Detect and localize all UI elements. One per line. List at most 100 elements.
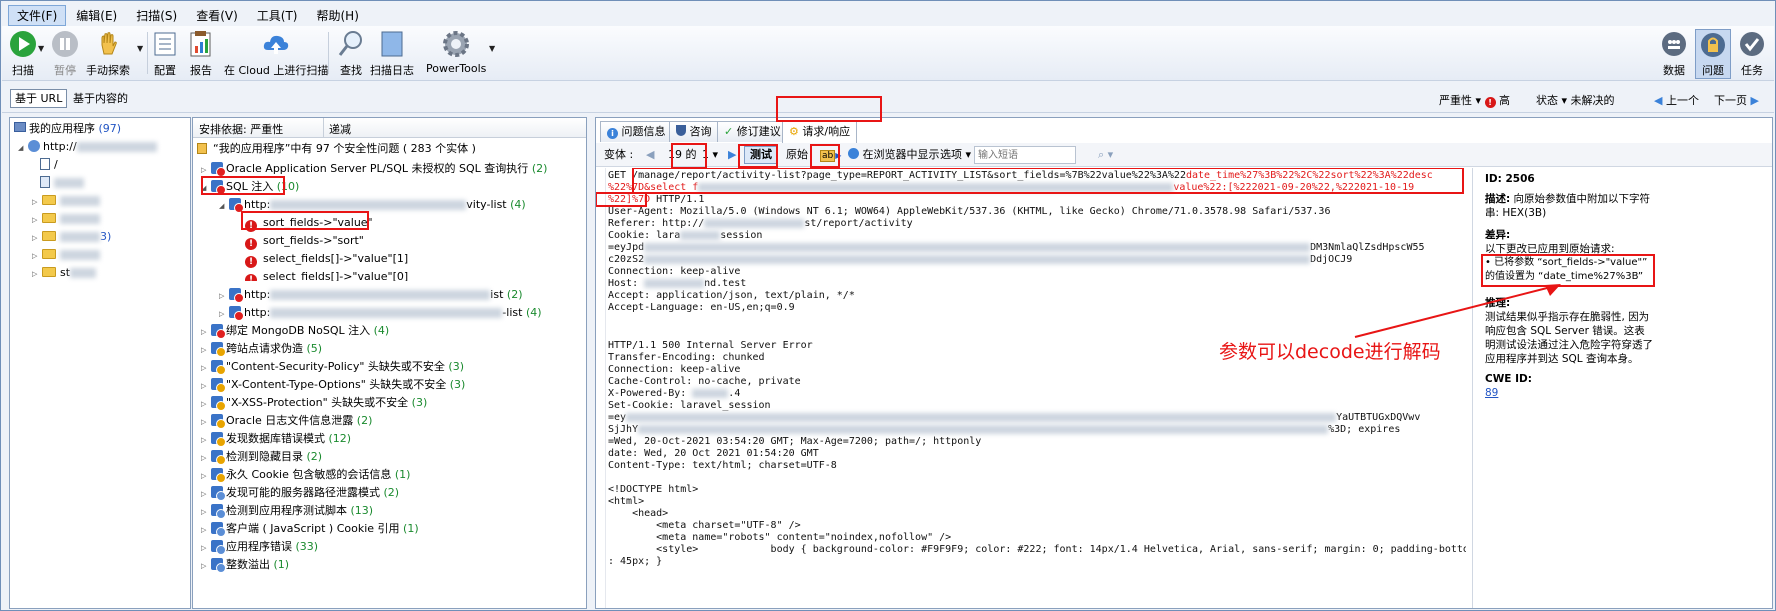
tasks-view-button[interactable]: 任务 — [1737, 29, 1767, 79]
powertools-dropdown-icon[interactable]: ▼ — [489, 44, 495, 53]
issue-url-entry[interactable]: ▷ http: -list (4) — [219, 304, 542, 321]
tab-issue-info[interactable]: i 问题信息 — [600, 121, 673, 142]
issue-group[interactable]: ▷ 发现数据库错误模式 (12) — [201, 430, 351, 447]
search-icon[interactable]: ⌕ ▾ — [1092, 146, 1119, 164]
tree-item-folder[interactable]: ▷ — [32, 192, 100, 209]
find-button[interactable]: 查找 — [336, 29, 366, 79]
url-based-button[interactable]: 基于 URL — [10, 89, 68, 108]
tree-host[interactable]: ◢ http:// — [18, 138, 157, 155]
menu-scan[interactable]: 扫描(S) — [127, 5, 186, 26]
tree-item-root-path[interactable]: / — [40, 156, 58, 173]
sort-by-label[interactable]: 安排依据: 严重性 — [199, 121, 283, 137]
prev-variant-icon[interactable]: ◀ — [640, 146, 660, 164]
code-line: User-Agent: Mozilla/5.0 (Windows NT 6.1;… — [608, 206, 1331, 217]
issue-group[interactable]: ▷ 绑定 MongoDB NoSQL 注入 (4) — [201, 322, 389, 339]
content-based-button[interactable]: 基于内容的 — [68, 89, 133, 108]
sort-order-label[interactable]: 递减 — [329, 121, 351, 137]
previous-button[interactable]: ◀ 上一个 — [1654, 92, 1699, 108]
code-line: <!DOCTYPE html> — [608, 484, 699, 495]
difference-intro: 以下更改已应用到原始请求: — [1485, 243, 1615, 255]
tree-item-folder[interactable]: ▷ 3) — [32, 228, 111, 245]
parameter-item[interactable]: ! sort_fields->"sort" — [245, 232, 364, 250]
config-button[interactable]: 配置 — [150, 29, 180, 79]
manual-dropdown-icon[interactable]: ▼ — [137, 44, 143, 53]
config-icon — [150, 29, 180, 59]
search-input[interactable] — [974, 146, 1076, 164]
page-icon — [40, 158, 50, 170]
pause-button[interactable]: 暂停 — [50, 29, 80, 79]
redacted-region — [60, 250, 100, 260]
error-icon: ! — [245, 274, 257, 281]
original-button[interactable]: 原始 — [780, 146, 814, 164]
issue-url-entry[interactable]: ◢ http: vity-list (4) — [219, 196, 526, 213]
issue-list-header: 安排依据: 严重性 递减 — [193, 118, 586, 138]
next-button[interactable]: 下一页 ▶ — [1714, 92, 1759, 108]
issue-group[interactable]: ▷ "Content-Security-Policy" 头缺失或不安全 (3) — [201, 358, 464, 375]
code-line: Referer: http://st/report/activity — [608, 218, 913, 229]
cwe-link[interactable]: 89 — [1485, 386, 1655, 400]
menu-file[interactable]: 文件(F) — [8, 4, 67, 26]
issue-url-entry[interactable]: ▷ http: ist (2) — [219, 286, 523, 303]
issue-group[interactable]: ▷ Oracle 日志文件信息泄露 (2) — [201, 412, 372, 429]
test-button[interactable]: 测试 — [744, 146, 778, 164]
scan-button[interactable]: 扫描 — [8, 29, 38, 79]
issue-list-pane: 安排依据: 严重性 递减 “我的应用程序”中有 97 个安全性问题 ( 283 … — [192, 117, 587, 609]
report-button[interactable]: 报告 — [186, 29, 216, 79]
parameter-item[interactable]: ! select_fields[]->"value"[1] — [245, 250, 408, 268]
issue-severity-icon — [211, 504, 226, 519]
issue-group-oracle-sql[interactable]: ▷ Oracle Application Server PL/SQL 未授权的 S… — [201, 160, 547, 177]
tree-item-page[interactable] — [40, 174, 84, 191]
powertools-button[interactable]: PowerTools — [426, 29, 486, 79]
cloud-icon — [261, 29, 291, 59]
scan-log-button[interactable]: 扫描日志 — [370, 29, 414, 79]
tab-request-response[interactable]: ⚙ 请求/响应 — [782, 121, 858, 143]
issue-group[interactable]: ▷ 整数溢出 (1) — [201, 556, 289, 573]
code-line: Cookie: lara session — [608, 230, 763, 241]
code-line: c20zS2 DdjOCJ9 — [608, 254, 1353, 265]
parameter-item-selected[interactable]: ! sort_fields->"value" — [245, 214, 373, 232]
code-line: Set-Cookie: laravel_session — [608, 400, 771, 411]
cloud-scan-button[interactable]: 在 Cloud 上进行扫描 — [224, 29, 328, 79]
code-line: <meta name="robots" content="noindex,nof… — [608, 532, 952, 543]
tree-root[interactable]: 我的应用程序 (97) — [14, 120, 121, 137]
tab-advisory[interactable]: 咨询 — [669, 121, 719, 142]
parameter-item[interactable]: ! select_fields[]->"value"[0] — [245, 268, 408, 281]
issue-group[interactable]: ▷ "X-XSS-Protection" 头缺失或不安全 (3) — [201, 394, 427, 411]
error-icon: ! — [245, 256, 257, 268]
issue-group-sql-injection[interactable]: ◢ SQL 注入 (10) — [201, 178, 299, 195]
report-icon — [186, 29, 216, 59]
issue-group[interactable]: ▷ 检测到隐藏目录 (2) — [201, 448, 322, 465]
severity-filter[interactable]: 严重性 ▾ ! 高 — [1439, 92, 1510, 108]
state-filter[interactable]: 状态 ▾ 未解决的 — [1536, 92, 1615, 108]
tab-fix-recommendation[interactable]: ✓ 修订建议 — [717, 121, 788, 142]
issue-group[interactable]: ▷ 跨站点请求伪造 (5) — [201, 340, 322, 357]
options-dropdown[interactable]: 选项 ▾ — [934, 146, 977, 164]
tree-item-folder[interactable]: ▷ st — [32, 264, 97, 281]
menu-help[interactable]: 帮助(H) — [308, 5, 368, 26]
variant-index-select[interactable]: 1 ▾ — [696, 146, 724, 164]
issues-view-button[interactable]: 问题 — [1695, 29, 1731, 79]
issue-severity-icon — [211, 342, 226, 357]
issue-group[interactable]: ▷ 永久 Cookie 包含敏感的会话信息 (1) — [201, 466, 410, 483]
manual-explore-button[interactable]: 手动探索 — [86, 29, 130, 79]
show-in-browser-button[interactable]: 在浏览器中显示 — [842, 146, 946, 164]
menu-view[interactable]: 查看(V) — [187, 5, 247, 26]
issue-group[interactable]: ▷ 客户端 ( JavaScript ) Cookie 引用 (1) — [201, 520, 419, 537]
tree-item-folder[interactable]: ▷ — [32, 210, 100, 227]
menu-edit[interactable]: 编辑(E) — [67, 5, 126, 26]
issue-high-icon — [229, 288, 244, 303]
annotation-arrow — [1354, 284, 1561, 338]
data-view-button[interactable]: 数据 — [1659, 29, 1689, 79]
issue-group[interactable]: ▷ "X-Content-Type-Options" 头缺失或不安全 (3) — [201, 376, 465, 393]
difference-item: • 已将参数 “sort_fields->"value"” 的值设置为 “dat… — [1485, 257, 1648, 282]
issue-group[interactable]: ▷ 发现可能的服务器路径泄露模式 (2) — [201, 484, 399, 501]
tree-item-folder[interactable]: ▷ — [32, 246, 100, 263]
issue-group[interactable]: ▷ 检测到应用程序测试脚本 (13) — [201, 502, 373, 519]
request-response-view[interactable]: GET /manage/report/activity-list?page_ty… — [596, 168, 1466, 608]
menu-tools[interactable]: 工具(T) — [248, 5, 307, 26]
issue-group[interactable]: ▷ 应用程序错误 (33) — [201, 538, 318, 555]
scan-dropdown-icon[interactable]: ▼ — [38, 44, 44, 53]
issue-severity-icon — [211, 540, 226, 555]
difference-title: 差异: — [1485, 229, 1511, 241]
next-variant-icon[interactable]: ▶ — [722, 146, 742, 164]
